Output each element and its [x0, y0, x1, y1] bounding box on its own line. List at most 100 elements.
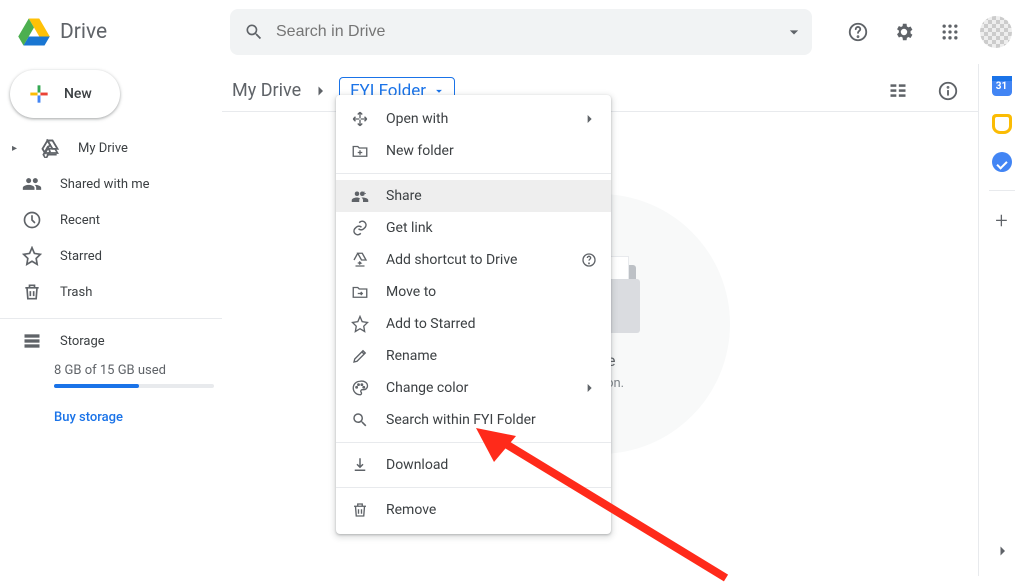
search-dropdown-icon[interactable] [784, 22, 804, 42]
menu-label: Share [386, 188, 422, 204]
new-button-label: New [64, 86, 92, 102]
help-icon [847, 21, 869, 43]
new-folder-icon [350, 142, 370, 160]
storage-label-text: Storage [60, 334, 105, 349]
menu-label: Add to Starred [386, 316, 475, 332]
side-panel: 31 + [978, 64, 1024, 576]
toolbar-right [878, 71, 968, 111]
storage-section: Storage 8 GB of 15 GB used Buy storage [0, 327, 222, 425]
menu-divider [336, 173, 611, 174]
sidepanel-divider [989, 190, 1015, 191]
storage-usage-text: 8 GB of 15 GB used [54, 363, 198, 378]
search-icon [350, 411, 370, 429]
menu-label: Search within FYI Folder [386, 412, 536, 428]
menu-label: Rename [386, 348, 437, 364]
app-name: Drive [60, 20, 107, 44]
search-icon [244, 22, 264, 42]
submenu-arrow-icon [581, 111, 597, 127]
search-bar[interactable] [230, 9, 812, 55]
recent-icon [22, 210, 42, 230]
sidebar-divider [0, 318, 222, 319]
details-button[interactable] [928, 71, 968, 111]
menu-rename[interactable]: Rename [336, 340, 611, 372]
menu-add-starred[interactable]: Add to Starred [336, 308, 611, 340]
header: Drive [0, 0, 1024, 64]
storage-icon [22, 331, 42, 351]
list-view-icon [888, 81, 908, 101]
view-toggle-button[interactable] [878, 71, 918, 111]
chevron-right-icon [311, 82, 329, 100]
get-addons-button[interactable]: + [995, 209, 1007, 234]
menu-label: Get link [386, 220, 433, 236]
plus-icon [26, 81, 52, 107]
collapse-sidepanel-button[interactable] [993, 542, 1011, 560]
menu-move-to[interactable]: Move to [336, 276, 611, 308]
sidebar-item-label: Starred [60, 249, 102, 264]
header-actions [838, 12, 1012, 52]
tasks-addon[interactable] [992, 152, 1012, 172]
search-input[interactable] [264, 23, 784, 41]
menu-divider [336, 442, 611, 443]
mydrive-icon [40, 138, 60, 158]
submenu-arrow-icon [581, 380, 597, 396]
open-with-icon [350, 110, 370, 128]
buy-storage-link[interactable]: Buy storage [54, 410, 123, 425]
sidebar-item-shared[interactable]: Shared with me [0, 166, 222, 202]
shortcut-icon [350, 251, 370, 269]
trash-icon [350, 501, 370, 519]
menu-label: Open with [386, 111, 448, 127]
star-icon [350, 315, 370, 333]
menu-new-folder[interactable]: New folder [336, 135, 611, 167]
menu-divider [336, 487, 611, 488]
logo[interactable]: Drive [16, 14, 222, 50]
share-icon [350, 187, 370, 205]
rename-icon [350, 347, 370, 365]
calendar-day: 31 [996, 81, 1007, 92]
menu-change-color[interactable]: Change color [336, 372, 611, 404]
sidebar-item-recent[interactable]: Recent [0, 202, 222, 238]
sidebar-item-starred[interactable]: Starred [0, 238, 222, 274]
help-icon[interactable] [581, 252, 597, 268]
palette-icon [350, 379, 370, 397]
sidebar-item-label: My Drive [78, 141, 128, 156]
shared-icon [22, 174, 42, 194]
menu-get-link[interactable]: Get link [336, 212, 611, 244]
info-icon [937, 80, 959, 102]
help-button[interactable] [838, 12, 878, 52]
account-avatar[interactable] [980, 16, 1012, 48]
download-icon [350, 456, 370, 474]
settings-button[interactable] [884, 12, 924, 52]
sidebar-item-mydrive[interactable]: ▸ My Drive [0, 130, 222, 166]
apps-grid-icon [940, 22, 960, 42]
sidebar-item-storage[interactable]: Storage [22, 331, 198, 351]
menu-open-with[interactable]: Open with [336, 103, 611, 135]
menu-share[interactable]: Share [336, 180, 611, 212]
calendar-addon[interactable]: 31 [992, 76, 1012, 96]
apps-button[interactable] [930, 12, 970, 52]
storage-progress-fill [54, 384, 139, 388]
menu-label: Change color [386, 380, 468, 396]
move-icon [350, 283, 370, 301]
menu-label: Download [386, 457, 448, 473]
drive-logo-icon [16, 14, 52, 50]
star-icon [22, 246, 42, 266]
sidebar: New ▸ My Drive Shared with me Recent Sta… [0, 64, 222, 576]
menu-add-shortcut[interactable]: Add shortcut to Drive [336, 244, 611, 276]
menu-label: Move to [386, 284, 436, 300]
new-button[interactable]: New [10, 70, 120, 118]
sidebar-item-label: Trash [60, 285, 92, 300]
breadcrumb-root[interactable]: My Drive [232, 80, 301, 101]
sidebar-item-label: Shared with me [60, 177, 150, 192]
chevron-right-icon [993, 542, 1011, 560]
link-icon [350, 219, 370, 237]
menu-remove[interactable]: Remove [336, 494, 611, 526]
menu-label: Add shortcut to Drive [386, 252, 517, 268]
menu-search-within[interactable]: Search within FYI Folder [336, 404, 611, 436]
menu-label: New folder [386, 143, 454, 159]
sidebar-item-trash[interactable]: Trash [0, 274, 222, 310]
sidebar-item-label: Recent [60, 213, 100, 228]
menu-label: Remove [386, 502, 436, 518]
expand-icon[interactable]: ▸ [12, 143, 22, 154]
keep-addon[interactable] [992, 114, 1012, 134]
menu-download[interactable]: Download [336, 449, 611, 481]
